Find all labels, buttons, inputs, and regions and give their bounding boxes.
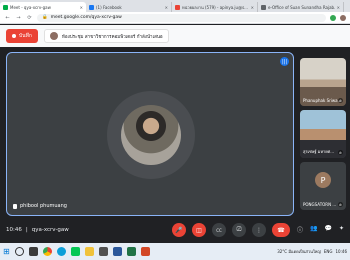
more-options-button[interactable]: ⋮: [252, 223, 266, 237]
extension-icon[interactable]: [330, 14, 336, 21]
forward-icon[interactable]: →: [15, 15, 22, 21]
lock-icon: 🔒: [42, 15, 48, 20]
close-icon[interactable]: ✕: [251, 5, 254, 10]
tab-eoffice[interactable]: e-Office of Suan Sunandha Rajab... ✕: [258, 2, 344, 12]
windows-start-icon[interactable]: ⊞: [3, 247, 10, 256]
participant-tile-2[interactable]: สุรเชษฐ์ มหายศ... ⊘: [300, 110, 346, 158]
end-call-icon: ☎: [277, 226, 285, 234]
meeting-code: qya-xcrv-gaw: [31, 227, 69, 233]
tab-title: (1) Facebook: [96, 4, 122, 10]
mic-off-icon: 🎤: [175, 226, 183, 234]
edge-icon[interactable]: [56, 247, 66, 256]
end-call-button[interactable]: ☎: [272, 223, 290, 237]
close-icon[interactable]: ✕: [337, 5, 340, 10]
participant-name: สุรเชษฐ์ มหายศ...: [303, 149, 335, 154]
participant-name: Phanuphak Sriwa...: [303, 98, 342, 103]
chat-icon[interactable]: 💬: [324, 225, 331, 234]
tab-facebook[interactable]: (1) Facebook ✕: [86, 2, 172, 12]
avatar: [121, 105, 181, 165]
presenter-text: ห้องประชุม สาขาวิชาการคอมพิวเตอร์ กำลังน…: [61, 34, 163, 40]
meeting-info: 10:46 | qya-xcrv-gaw: [6, 227, 69, 233]
mic-off-icon: ⊘: [338, 98, 343, 103]
back-icon[interactable]: ←: [4, 15, 11, 21]
participant-label: phibool phumuang: [13, 203, 67, 209]
participant-tile-3[interactable]: P PONGSATORN ... ⊘: [300, 162, 346, 210]
line-icon[interactable]: [70, 247, 80, 256]
activities-icon[interactable]: ✦: [339, 225, 344, 234]
gmail-favicon-icon: [175, 4, 180, 10]
windows-taskbar: ⊞ 32°C มีแดดเป็นส่วนใหญ่ ENG 10:46: [0, 243, 350, 260]
recording-indicator[interactable]: บันทึก: [6, 29, 38, 43]
facebook-favicon-icon: [89, 4, 94, 10]
tab-gmail[interactable]: หน่วยผลงาน (579) - apinya.ju@s... ✕: [172, 2, 258, 12]
tab-title: e-Office of Suan Sunandha Rajab...: [268, 4, 335, 10]
profile-avatar-icon[interactable]: [340, 14, 346, 21]
weather-text[interactable]: 32°C มีแดดเป็นส่วนใหญ่: [277, 248, 321, 255]
tab-meet[interactable]: Meet - qya-xcrv-gaw ✕: [0, 2, 86, 12]
close-icon[interactable]: ✕: [80, 5, 83, 10]
meet-favicon-icon: [3, 4, 8, 10]
people-icon[interactable]: 👥: [310, 225, 317, 234]
powerpoint-icon[interactable]: [140, 247, 150, 256]
meeting-banner: บันทึก ห้องประชุม สาขาวิชาการคอมพิวเตอร์…: [0, 25, 350, 47]
tab-title: หน่วยผลงาน (579) - apinya.ju@s...: [182, 4, 248, 10]
tab-title: Meet - qya-xcrv-gaw: [10, 4, 51, 10]
pin-icon[interactable]: [13, 203, 17, 209]
present-icon: ⎚: [236, 226, 242, 233]
participant-name: phibool phumuang: [20, 203, 67, 209]
speaker-ring: [107, 91, 195, 179]
browser-tab-bar: Meet - qya-xcrv-gaw ✕ (1) Facebook ✕ หน่…: [0, 0, 350, 12]
mic-toggle-button[interactable]: 🎤: [172, 223, 186, 237]
record-dot-icon: [12, 34, 16, 38]
reload-icon[interactable]: ⟳: [26, 15, 33, 21]
avatar: P: [315, 172, 331, 188]
side-panel-controls: ⓘ 👥 💬 ✦: [297, 225, 344, 234]
presenter-avatar: [49, 32, 58, 40]
meeting-control-bar: 10:46 | qya-xcrv-gaw 🎤 ◫ CC ⎚ ⋮ ☎ ⓘ 👥 💬 …: [0, 218, 350, 242]
record-label: บันทึก: [19, 33, 32, 39]
search-icon[interactable]: [14, 247, 24, 256]
chrome-icon[interactable]: [42, 247, 52, 256]
captions-icon: CC: [216, 227, 222, 233]
present-button[interactable]: ⎚: [232, 223, 246, 237]
close-icon[interactable]: ✕: [165, 5, 168, 10]
language-indicator[interactable]: ENG: [324, 249, 333, 254]
audio-level-icon: |||: [280, 57, 289, 66]
meeting-time: 10:46: [6, 227, 22, 233]
address-bar: ← → ⟳ 🔒 meet.google.com/qya-xcrv-gaw: [0, 12, 350, 24]
participant-name: PONGSATORN ...: [303, 202, 337, 207]
eoffice-favicon-icon: [261, 4, 266, 10]
participant-tile-1[interactable]: Phanuphak Sriwa... ⊘: [300, 58, 346, 106]
camera-off-icon: ◫: [196, 226, 202, 234]
presenter-chip[interactable]: ห้องประชุม สาขาวิชาการคอมพิวเตอร์ กำลังน…: [43, 29, 169, 43]
info-icon[interactable]: ⓘ: [297, 225, 303, 234]
camera-toggle-button[interactable]: ◫: [192, 223, 206, 237]
mic-off-icon: ⊘: [338, 150, 343, 155]
word-icon[interactable]: [112, 247, 122, 256]
main-video-tile[interactable]: ||| phibool phumuang: [6, 52, 294, 216]
task-view-icon[interactable]: [28, 247, 38, 256]
clock[interactable]: 10:46: [335, 249, 347, 254]
system-tray: 32°C มีแดดเป็นส่วนใหญ่ ENG 10:46: [277, 248, 347, 255]
call-controls: 🎤 ◫ CC ⎚ ⋮ ☎: [172, 223, 290, 237]
captions-button[interactable]: CC: [212, 223, 226, 237]
url-text: meet.google.com/qya-xcrv-gaw: [50, 15, 122, 20]
more-icon: ⋮: [256, 226, 262, 234]
separator: |: [25, 227, 28, 233]
url-field[interactable]: 🔒 meet.google.com/qya-xcrv-gaw: [37, 13, 326, 22]
file-explorer-icon[interactable]: [84, 247, 94, 256]
store-icon[interactable]: [98, 247, 108, 256]
excel-icon[interactable]: [126, 247, 136, 256]
mic-off-icon: ⊘: [338, 202, 343, 207]
